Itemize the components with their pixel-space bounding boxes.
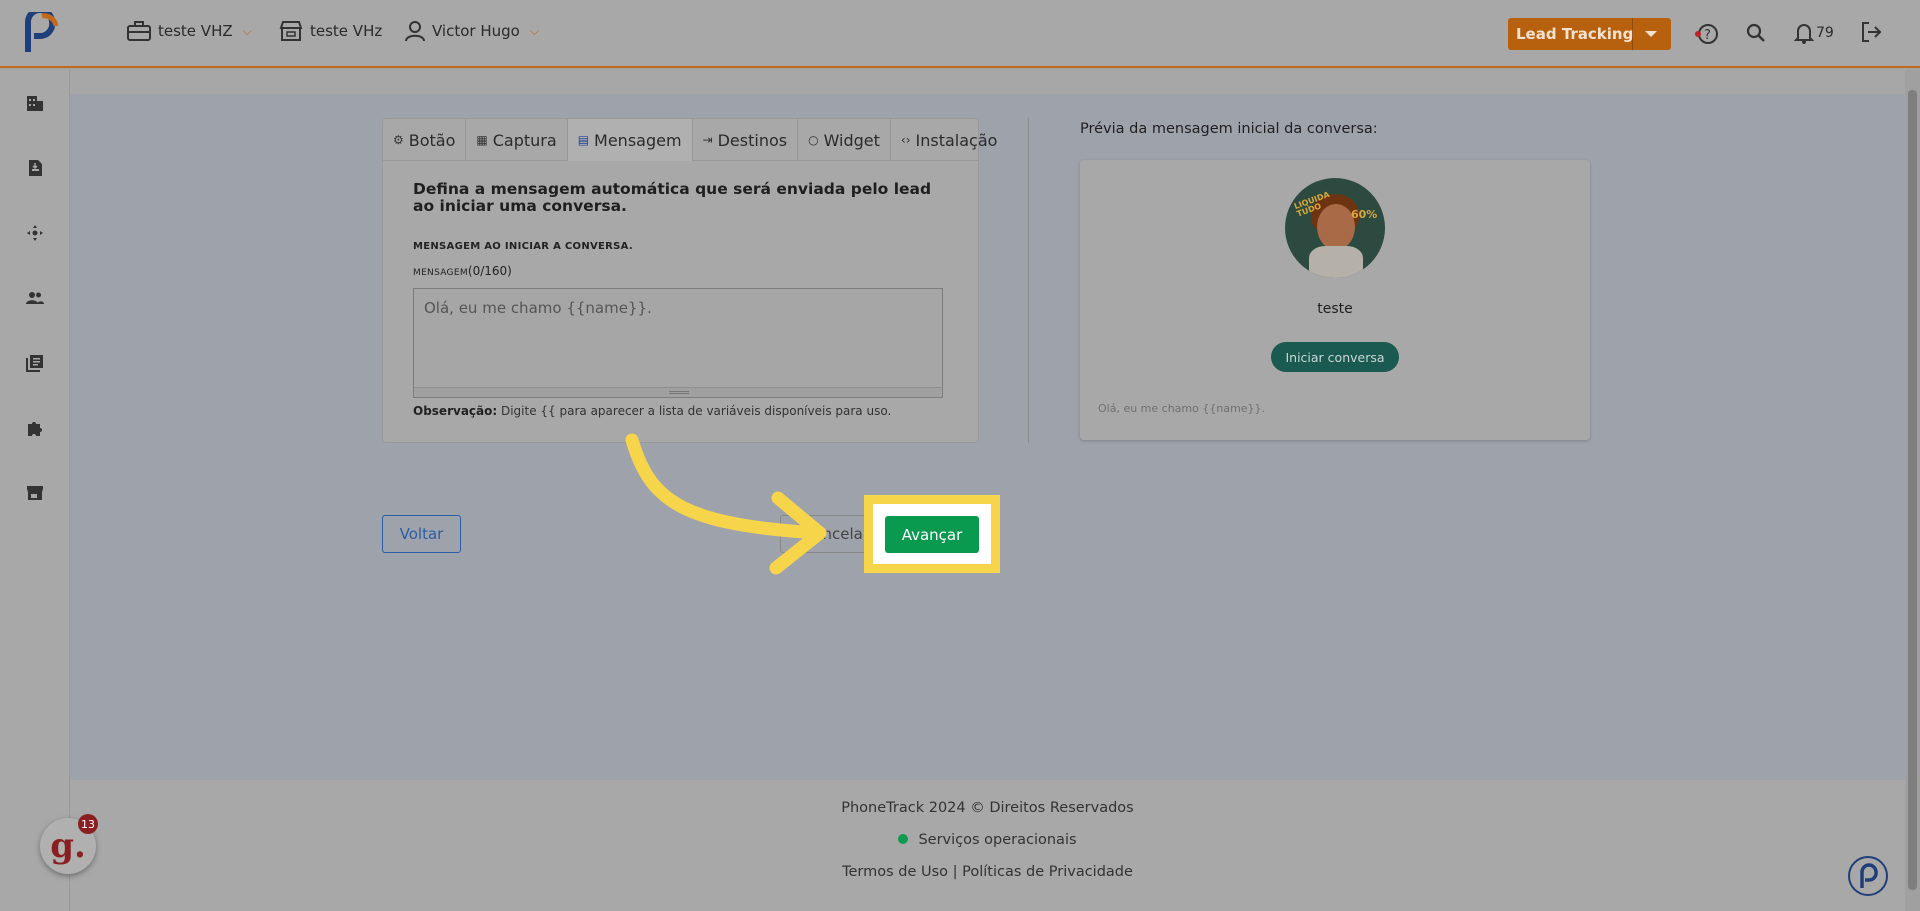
resize-handle[interactable] (414, 387, 942, 397)
chevron-down-icon: ⌵ (242, 23, 252, 38)
footer-links: Termos de Uso | Políticas de Privacidade (842, 864, 1133, 880)
page-scrollbar[interactable] (1905, 70, 1920, 911)
help-icon[interactable]: ? (1694, 22, 1720, 46)
tab-panel-mensagem: Defina a mensagem automática que será en… (383, 161, 978, 438)
tab-destinos[interactable]: ⇥ Destinos (693, 119, 799, 161)
code-icon: ‹› (900, 133, 911, 147)
form-card: ⚙ Botão ▦ Captura ▤ Mensagem ⇥ Destinos … (382, 118, 997, 443)
signin-icon: ⇥ (702, 133, 713, 147)
footer: PhoneTrack 2024 © Direitos Reservados Se… (70, 780, 1905, 911)
tab-captura[interactable]: ▦ Captura (466, 119, 568, 161)
tab-mensagem[interactable]: ▤ Mensagem (567, 119, 693, 161)
store-selector[interactable]: teste VHz (278, 20, 382, 42)
notifications-button[interactable]: 79 (1794, 22, 1834, 44)
store-icon (279, 21, 303, 41)
preview-title: Prévia da mensagem inicial da conversa: (1080, 121, 1378, 137)
bell-icon (1794, 24, 1814, 44)
main-content (70, 70, 1905, 780)
logout-icon[interactable] (1859, 20, 1883, 44)
vertical-divider (1028, 118, 1029, 443)
avatar-percent: 60% (1351, 208, 1378, 221)
copyright-text: PhoneTrack 2024 © Direitos Reservados (841, 800, 1134, 816)
status-dot-icon (898, 833, 909, 844)
sidebar-puzzle-icon[interactable] (26, 419, 44, 437)
gear-icon: ⚙ (393, 133, 404, 147)
sidebar-report-icon[interactable] (26, 159, 44, 177)
sidebar-building-icon[interactable] (26, 94, 44, 112)
svg-text:?: ? (1704, 28, 1711, 43)
message-textarea[interactable]: Olá, eu me chamo {{name}}. (413, 288, 943, 398)
grid-icon: ▦ (476, 133, 488, 147)
message-label: MENSAGEM(0/160) (413, 264, 512, 278)
preview-name: teste (1317, 301, 1353, 317)
top-bar: teste VHZ ⌵ teste VHz Victor Hugo ⌵ Lead… (0, 0, 1920, 68)
sidebar-users-icon[interactable] (26, 289, 44, 307)
company-label: teste VHZ (158, 22, 233, 40)
service-status: Serviços operacionais (70, 832, 1905, 848)
company-selector[interactable]: teste VHZ ⌵ (126, 20, 252, 42)
preview-card: LIQUIDA TUDO 60% teste Iniciar conversa … (1080, 160, 1590, 440)
notifications-count: 79 (1816, 25, 1834, 41)
whatsapp-icon: ○ (808, 133, 819, 147)
chat-icon: ▤ (577, 133, 590, 147)
sidebar-store-icon[interactable] (26, 484, 44, 502)
tab-botao[interactable]: ⚙ Botão (383, 119, 467, 161)
store-label: teste VHz (310, 22, 383, 40)
user-menu[interactable]: Victor Hugo ⌵ (404, 20, 539, 42)
sidebar-library-icon[interactable] (26, 354, 44, 372)
chevron-down-icon: ⌵ (529, 23, 539, 38)
terms-link[interactable]: Termos de Uso (842, 864, 948, 880)
tab-widget[interactable]: ○ Widget (798, 119, 891, 161)
privacy-link[interactable]: Políticas de Privacidade (962, 864, 1133, 880)
search-icon[interactable] (1745, 22, 1767, 44)
tab-bar: ⚙ Botão ▦ Captura ▤ Mensagem ⇥ Destinos … (383, 119, 997, 161)
lead-tracking-label: Lead Tracking (1516, 25, 1634, 43)
phonetrack-logo[interactable] (22, 12, 62, 54)
user-icon (405, 21, 425, 42)
sidebar (0, 70, 70, 911)
observation-note: Observação: Digite {{ para aparecer a li… (413, 404, 892, 418)
next-button[interactable]: Avançar (885, 516, 979, 553)
briefcase-icon (127, 21, 151, 41)
sidebar-move-icon[interactable] (26, 224, 44, 242)
back-button[interactable]: Voltar (382, 515, 461, 553)
avatar: LIQUIDA TUDO 60% (1285, 178, 1385, 278)
message-placeholder: Olá, eu me chamo {{name}}. (424, 299, 652, 317)
pointer-arrow-icon (625, 433, 827, 575)
section-label: MENSAGEM AO INICIAR A CONVERSA. (413, 241, 634, 252)
tab-instalacao[interactable]: ‹› Instalação (891, 119, 1008, 161)
preview-message: Olá, eu me chamo {{name}}. (1098, 402, 1266, 415)
user-label: Victor Hugo (432, 22, 520, 40)
form-description: Defina a mensagem automática que será en… (413, 180, 932, 215)
g-widget-count: 13 (78, 814, 98, 834)
start-conversation-button[interactable]: Iniciar conversa (1271, 342, 1399, 372)
caret-down-icon (1645, 31, 1657, 37)
phonetrack-chat-icon[interactable] (1848, 856, 1888, 896)
lead-tracking-dropdown[interactable]: Lead Tracking (1508, 18, 1671, 50)
